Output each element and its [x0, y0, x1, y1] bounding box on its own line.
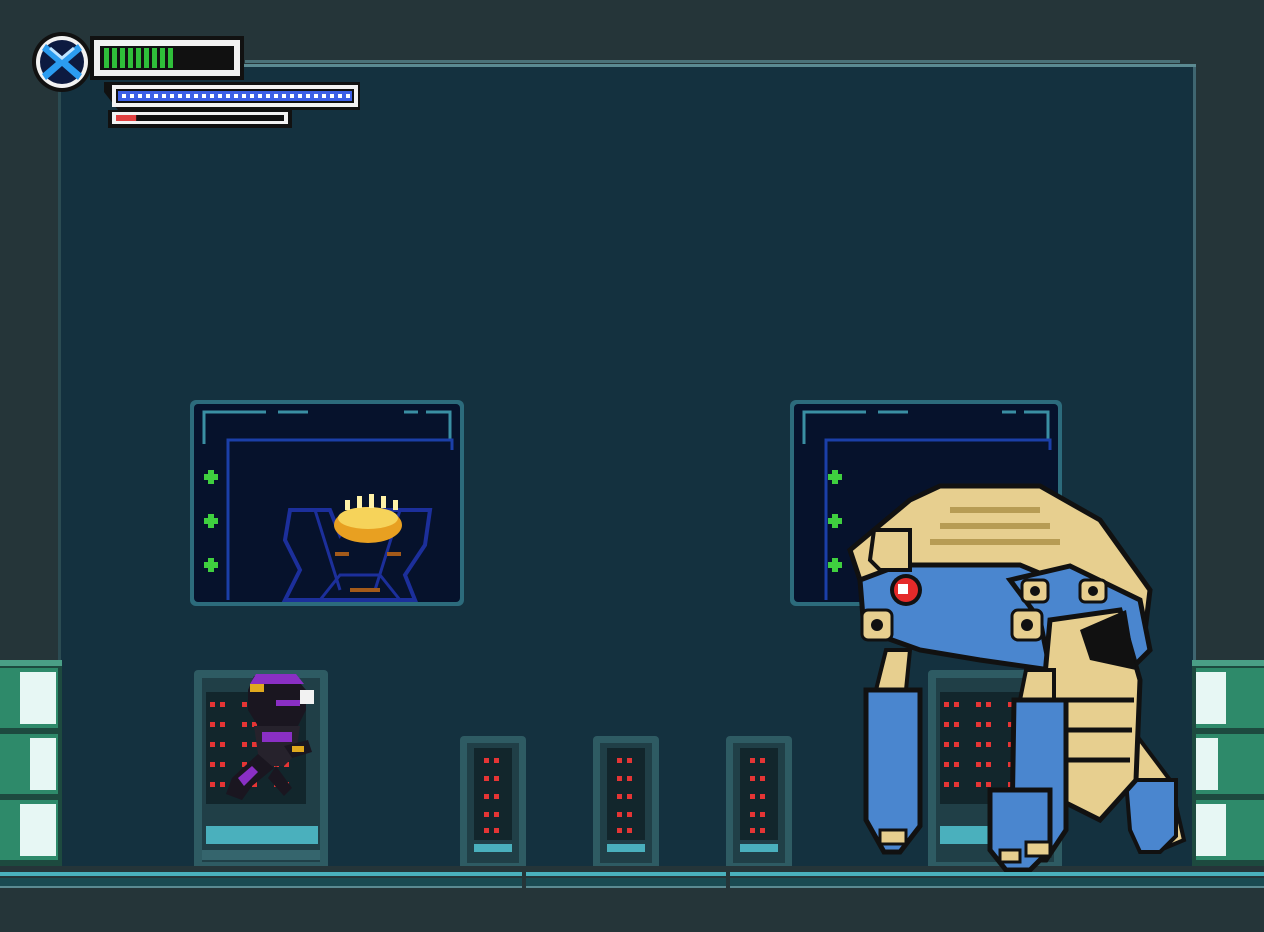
floor — [0, 866, 1264, 932]
health-segment — [176, 48, 181, 68]
health-segment — [208, 48, 213, 68]
health-segment — [152, 48, 157, 68]
rack-small-1 — [460, 736, 526, 870]
health-segment — [200, 48, 205, 68]
game-scene — [0, 0, 1264, 932]
health-segment — [144, 48, 149, 68]
health-segment — [136, 48, 141, 68]
health-segment — [168, 48, 173, 68]
right-pipe-stack — [1192, 660, 1264, 872]
rack-small-2 — [593, 736, 659, 870]
gold-blue-mech-boss-icon — [847, 483, 1187, 872]
rack-small-3 — [726, 736, 792, 870]
monitor-left — [190, 400, 464, 606]
purple-ninja-player-icon — [226, 674, 314, 800]
health-segment — [104, 48, 109, 68]
health-segment — [224, 48, 229, 68]
health-segment — [216, 48, 221, 68]
health-segment — [160, 48, 165, 68]
x-emblem-icon — [32, 32, 92, 92]
health-segment — [120, 48, 125, 68]
health-segment — [192, 48, 197, 68]
special-gauge — [116, 115, 137, 121]
health-segment — [128, 48, 133, 68]
health-segment — [112, 48, 117, 68]
left-pipe-stack — [0, 660, 62, 872]
hud-frame — [32, 32, 360, 128]
health-segment — [184, 48, 189, 68]
